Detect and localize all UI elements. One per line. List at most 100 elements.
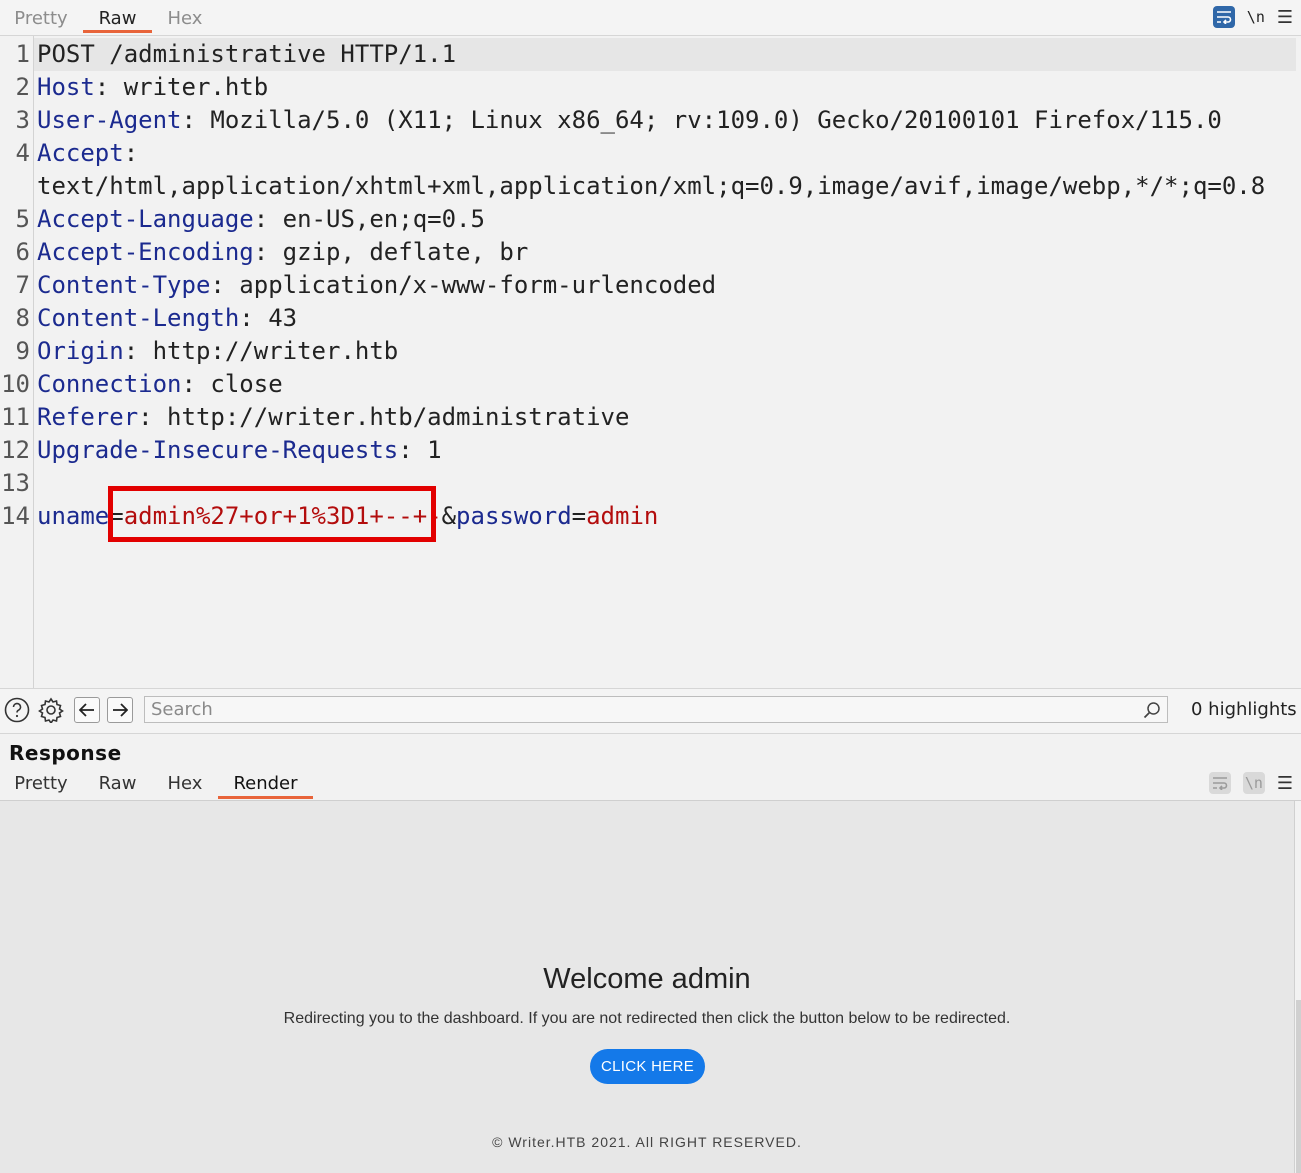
code-text: Accept: <box>37 137 138 170</box>
code-text: Referer: http://writer.htb/administrativ… <box>37 401 629 434</box>
tab-hex[interactable]: Hex <box>152 0 218 33</box>
code-line[interactable]: 8 Content-Length: 43 <box>0 302 1296 335</box>
code-line[interactable]: 3 User-Agent: Mozilla/5.0 (X11; Linux x86… <box>0 104 1296 137</box>
response-show-newlines-toggle[interactable]: \n <box>1245 774 1263 792</box>
code-segment: text/html,application/xhtml+xml,applicat… <box>37 172 1266 200</box>
payload-highlight-box <box>108 486 436 542</box>
header-name: Content-Type <box>37 271 211 299</box>
response-tab-hex[interactable]: Hex <box>152 768 218 798</box>
code-segment: : writer.htb <box>94 73 269 101</box>
header-name: Host <box>37 73 95 101</box>
next-arrow-icon[interactable] <box>107 697 133 723</box>
response-word-wrap-icon[interactable] <box>1208 772 1231 794</box>
line-number: 3 <box>15 106 30 134</box>
code-segment: : 43 <box>239 304 298 332</box>
code-segment: : en-US,en;q=0.5 <box>253 205 485 233</box>
response-title: Response <box>9 741 122 765</box>
line-number: 6 <box>15 238 30 266</box>
code-text: Host: writer.htb <box>37 71 268 104</box>
line-number: 4 <box>15 139 30 167</box>
help-icon[interactable] <box>3 696 31 724</box>
header-name: Accept-Encoding <box>37 238 254 266</box>
code-segment: : close <box>181 370 283 398</box>
word-wrap-icon[interactable] <box>1212 6 1235 28</box>
code-line[interactable]: 9 Origin: http://writer.htb <box>0 335 1296 368</box>
code-segment: : application/x-www-form-urlencoded <box>210 271 717 299</box>
header-name: Content-Length <box>37 304 240 332</box>
line-number: 11 <box>1 403 30 431</box>
line-number: 13 <box>1 469 30 497</box>
code-text: POST /administrative HTTP/1.1 <box>37 38 456 71</box>
code-text: Accept-Encoding: gzip, deflate, br <box>37 236 528 269</box>
line-number: 8 <box>15 304 30 332</box>
header-name: Connection <box>37 370 182 398</box>
code-segment: : 1 <box>398 436 442 464</box>
code-line[interactable]: 1 POST /administrative HTTP/1.1 <box>0 38 1296 71</box>
rendered-response-page: Welcome admin Redirecting you to the das… <box>0 801 1295 1173</box>
code-line[interactable]: 4 Accept: <box>0 137 1296 170</box>
search-bar: 0 highlights <box>0 688 1301 734</box>
header-name: Origin <box>37 337 124 365</box>
line-number: 5 <box>15 205 30 233</box>
line-number: 12 <box>1 436 30 464</box>
line-number: 14 <box>1 502 30 530</box>
code-segment: : Mozilla/5.0 (X11; Linux x86_64; rv:109… <box>181 106 1222 134</box>
show-newlines-toggle[interactable]: \n <box>1247 8 1265 26</box>
code-text: text/html,application/xhtml+xml,applicat… <box>37 170 1265 203</box>
code-line[interactable]: 11 Referer: http://writer.htb/administrat… <box>0 401 1296 434</box>
code-text: Content-Length: 43 <box>37 302 297 335</box>
line-number: 9 <box>15 337 30 365</box>
search-magnifier-icon[interactable] <box>1143 701 1161 723</box>
highlights-count: 0 highlights <box>1191 699 1297 720</box>
tab-pretty[interactable]: Pretty <box>0 0 82 33</box>
response-menu-icon[interactable]: ☰ <box>1277 773 1293 794</box>
request-editor[interactable]: 1 POST /administrative HTTP/1.1 2 Host: wri… <box>0 36 1301 688</box>
code-line[interactable]: 10 Connection: close <box>0 368 1296 401</box>
code-text: Upgrade-Insecure-Requests: 1 <box>37 434 442 467</box>
line-number: 7 <box>15 271 30 299</box>
header-name: Upgrade-Insecure-Requests <box>37 436 399 464</box>
code-segment: : gzip, deflate, br <box>253 238 529 266</box>
code-segment: : <box>123 139 139 167</box>
search-input[interactable] <box>144 696 1168 723</box>
welcome-heading: Welcome admin <box>543 963 751 995</box>
click-here-button[interactable]: CLICK HERE <box>590 1049 705 1084</box>
param-value: admin <box>586 502 659 530</box>
settings-gear-icon[interactable] <box>37 696 65 724</box>
redirect-message: Redirecting you to the dashboard. If you… <box>283 1010 1011 1027</box>
header-name: Accept <box>37 139 124 167</box>
response-tab-pretty[interactable]: Pretty <box>0 768 82 798</box>
code-text: Content-Type: application/x-www-form-url… <box>37 269 716 302</box>
page-footer: © Writer.HTB 2021. All RIGHT RESERVED. <box>492 1134 802 1150</box>
code-text: Connection: close <box>37 368 283 401</box>
code-text: Accept-Language: en-US,en;q=0.5 <box>37 203 485 236</box>
header-name: Accept-Language <box>37 205 254 233</box>
line-number: 10 <box>1 370 30 398</box>
code-text: Origin: http://writer.htb <box>37 335 398 368</box>
code-segment: : http://writer.htb <box>123 337 399 365</box>
header-name: uname <box>37 502 110 530</box>
code-segment: : http://writer.htb/administrative <box>138 403 630 431</box>
code-line[interactable]: 2 Host: writer.htb <box>0 71 1296 104</box>
tab-raw[interactable]: Raw <box>83 0 152 33</box>
header-name: password <box>456 502 572 530</box>
header-name: User-Agent <box>37 106 182 134</box>
previous-arrow-icon[interactable] <box>74 697 100 723</box>
code-segment: = <box>571 502 587 530</box>
code-line[interactable]: 6 Accept-Encoding: gzip, deflate, br <box>0 236 1296 269</box>
response-tab-render[interactable]: Render <box>218 768 313 799</box>
code-segment: POST /administrative HTTP/1.1 <box>37 40 457 68</box>
line-number: 1 <box>15 40 30 68</box>
code-text: User-Agent: Mozilla/5.0 (X11; Linux x86_… <box>37 104 1222 137</box>
render-scrollbar[interactable] <box>1296 1000 1301 1173</box>
request-tab-bar: Pretty Raw Hex \n ☰ <box>0 0 1301 36</box>
code-segment: & <box>441 502 457 530</box>
response-tab-bar: Pretty Raw Hex Render <box>0 768 1301 801</box>
response-tab-raw[interactable]: Raw <box>83 768 152 798</box>
code-line[interactable]: text/html,application/xhtml+xml,applicat… <box>0 170 1296 203</box>
code-line[interactable]: 12 Upgrade-Insecure-Requests: 1 <box>0 434 1296 467</box>
code-line[interactable]: 7 Content-Type: application/x-www-form-ur… <box>0 269 1296 302</box>
header-name: Referer <box>37 403 139 431</box>
code-line[interactable]: 5 Accept-Language: en-US,en;q=0.5 <box>0 203 1296 236</box>
menu-icon[interactable]: ☰ <box>1277 7 1293 28</box>
